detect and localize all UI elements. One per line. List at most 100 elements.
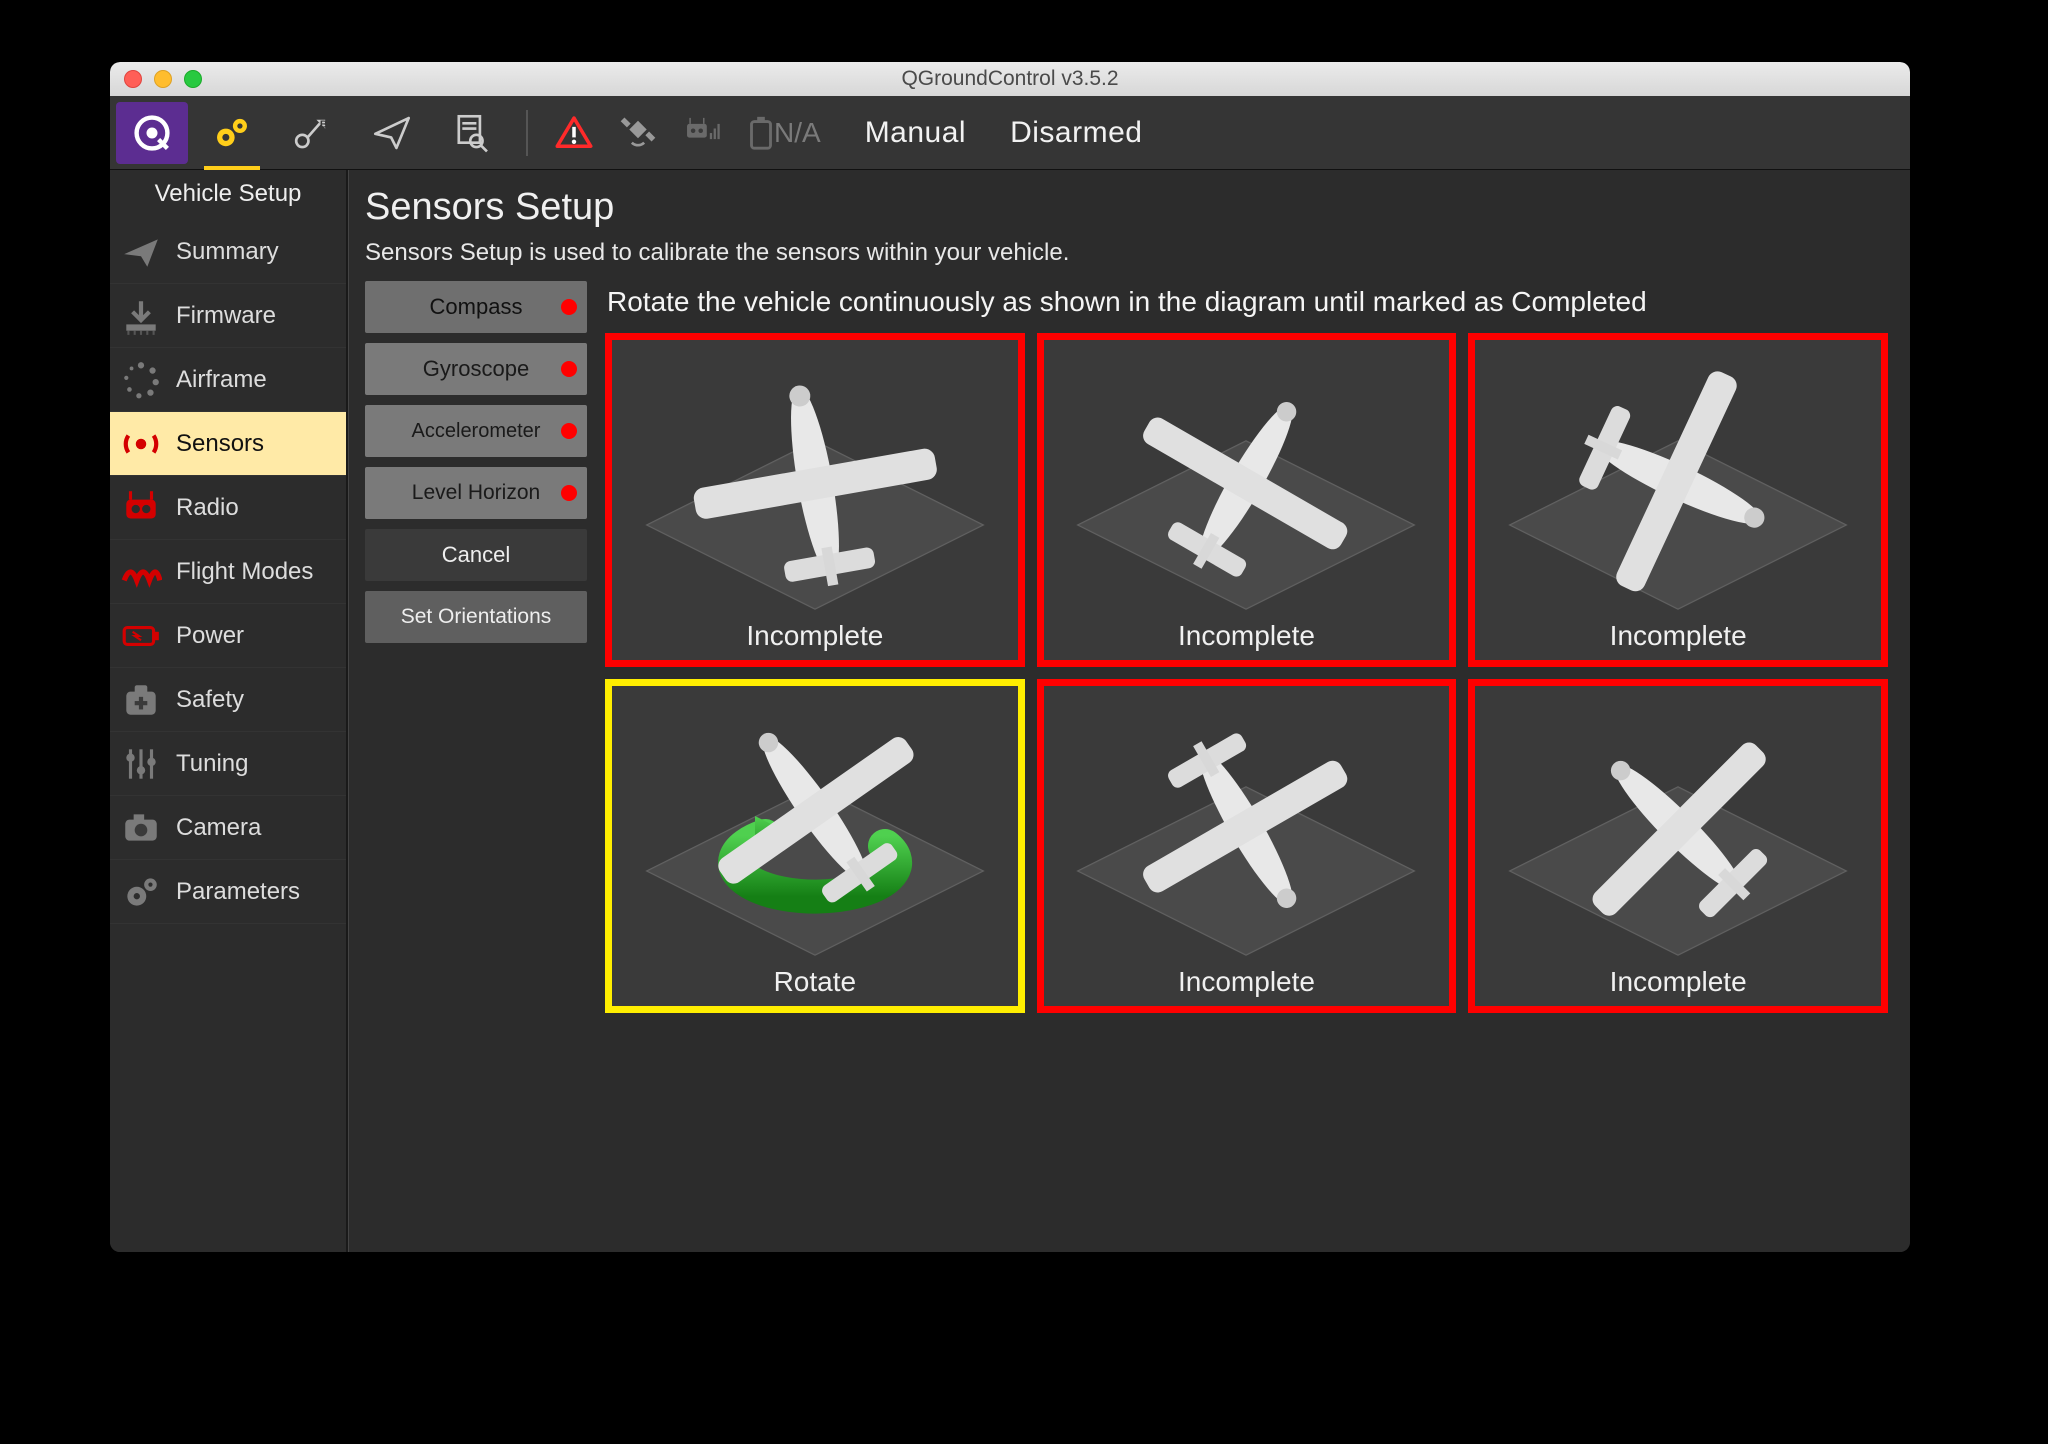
plane-model-icon <box>1088 357 1404 607</box>
q-logo-icon <box>130 111 174 155</box>
svg-text:B: B <box>320 118 328 130</box>
battery-na-text: N/A <box>774 117 821 149</box>
gps-button[interactable] <box>610 102 666 164</box>
setup-view-button[interactable] <box>196 102 268 164</box>
tile-caption: Incomplete <box>1178 966 1315 998</box>
accelerometer-button[interactable]: Accelerometer <box>365 405 587 457</box>
paper-plane-icon <box>120 231 162 273</box>
orientation-tile-nose-up[interactable]: Incomplete <box>1037 679 1457 1013</box>
sidebar-item-label: Flight Modes <box>176 558 313 586</box>
tile-caption: Incomplete <box>1610 966 1747 998</box>
sidebar-item-label: Radio <box>176 494 239 522</box>
plane-model-icon <box>1520 703 1836 953</box>
tile-caption: Incomplete <box>1610 620 1747 652</box>
rc-icon[interactable] <box>684 111 722 154</box>
sidebar-item-label: Power <box>176 622 244 650</box>
button-label: Accelerometer <box>412 420 541 443</box>
doc-search-icon <box>450 111 494 155</box>
window-title: QGroundControl v3.5.2 <box>110 67 1910 91</box>
button-label: Compass <box>430 294 523 320</box>
sidebar-item-label: Airframe <box>176 366 267 394</box>
orientation-tile-level[interactable]: Incomplete <box>605 333 1025 667</box>
status-dot-red <box>561 485 577 501</box>
titlebar: QGroundControl v3.5.2 <box>110 62 1910 96</box>
sensor-icon <box>120 423 162 465</box>
sidebar-item-label: Tuning <box>176 750 249 778</box>
orientation-tile-nose-down[interactable]: Rotate <box>605 679 1025 1013</box>
status-dot-red <box>561 361 577 377</box>
sidebar-item-camera[interactable]: Camera <box>110 796 346 860</box>
radio-icon <box>120 487 162 529</box>
main-toolbar: B <box>110 96 1910 170</box>
paper-plane-icon <box>370 111 414 155</box>
gears-icon <box>210 111 254 155</box>
gyroscope-button[interactable]: Gyroscope <box>365 343 587 395</box>
app-logo-button[interactable] <box>116 102 188 164</box>
tile-caption: Rotate <box>774 966 857 998</box>
calibration-buttons: Compass Gyroscope Accelerometer Level Ho… <box>365 281 587 1013</box>
orientation-tile-back[interactable]: Incomplete <box>1468 333 1888 667</box>
compass-button[interactable]: Compass <box>365 281 587 333</box>
page-title: Sensors Setup <box>365 186 1888 229</box>
button-label: Set Orientations <box>401 605 552 629</box>
warning-triangle-icon <box>552 111 596 155</box>
set-orientations-button[interactable]: Set Orientations <box>365 591 587 643</box>
sidebar-item-radio[interactable]: Radio <box>110 476 346 540</box>
plane-model-icon <box>657 357 973 607</box>
orientation-tiles: Incomplete Incomplete <box>605 333 1888 1013</box>
setup-sidebar: Vehicle Setup Summary Firmware Airframe <box>110 170 348 1252</box>
sidebar-item-tuning[interactable]: Tuning <box>110 732 346 796</box>
sidebar-item-power[interactable]: Power <box>110 604 346 668</box>
battery-icon <box>120 615 162 657</box>
sidebar-item-airframe[interactable]: Airframe <box>110 348 346 412</box>
sidebar-item-summary[interactable]: Summary <box>110 220 346 284</box>
fly-view-button[interactable] <box>356 102 428 164</box>
status-dot-red <box>561 299 577 315</box>
battery-icon[interactable]: N/A <box>742 114 821 152</box>
gears-small-icon <box>120 871 162 913</box>
cancel-button[interactable]: Cancel <box>365 529 587 581</box>
flight-mode-selector[interactable]: Manual <box>865 116 966 150</box>
sidebar-item-parameters[interactable]: Parameters <box>110 860 346 924</box>
body: Vehicle Setup Summary Firmware Airframe <box>110 170 1910 1252</box>
button-label: Level Horizon <box>412 481 540 505</box>
sidebar-item-label: Firmware <box>176 302 276 330</box>
waypoint-icon: B <box>290 111 334 155</box>
sliders-icon <box>120 743 162 785</box>
sidebar-item-label: Sensors <box>176 430 264 458</box>
satellite-icon <box>616 111 660 155</box>
content-area: Sensors Setup Sensors Setup is used to c… <box>348 170 1910 1252</box>
loading-dots-icon <box>120 359 162 401</box>
sidebar-item-label: Parameters <box>176 878 300 906</box>
sidebar-item-flight-modes[interactable]: Flight Modes <box>110 540 346 604</box>
instruction-text: Rotate the vehicle continuously as shown… <box>607 283 1888 321</box>
sidebar-item-safety[interactable]: Safety <box>110 668 346 732</box>
tile-caption: Incomplete <box>746 620 883 652</box>
sidebar-title: Vehicle Setup <box>110 170 346 220</box>
sidebar-item-firmware[interactable]: Firmware <box>110 284 346 348</box>
download-icon <box>120 295 162 337</box>
page-description: Sensors Setup is used to calibrate the s… <box>365 239 1888 267</box>
plan-view-button[interactable]: B <box>276 102 348 164</box>
sidebar-item-label: Camera <box>176 814 261 842</box>
button-label: Gyroscope <box>423 356 529 382</box>
level-horizon-button[interactable]: Level Horizon <box>365 467 587 519</box>
orientation-tile-right[interactable]: Incomplete <box>1468 679 1888 1013</box>
camera-icon <box>120 807 162 849</box>
sidebar-item-label: Safety <box>176 686 244 714</box>
messages-button[interactable] <box>546 102 602 164</box>
sidebar-item-sensors[interactable]: Sensors <box>110 412 346 476</box>
flight-modes-icon <box>120 551 162 593</box>
plane-model-icon <box>1088 703 1404 953</box>
status-dot-red <box>561 423 577 439</box>
calibration-pane: Rotate the vehicle continuously as shown… <box>605 281 1888 1013</box>
tile-caption: Incomplete <box>1178 620 1315 652</box>
app-window: QGroundControl v3.5.2 B <box>110 62 1910 1252</box>
orientation-tile-left[interactable]: Incomplete <box>1037 333 1457 667</box>
analyze-view-button[interactable] <box>436 102 508 164</box>
plane-model-icon <box>1520 357 1836 607</box>
arm-state-label[interactable]: Disarmed <box>1010 116 1142 150</box>
sidebar-item-label: Summary <box>176 238 279 266</box>
medkit-icon <box>120 679 162 721</box>
toolbar-divider <box>526 110 528 156</box>
